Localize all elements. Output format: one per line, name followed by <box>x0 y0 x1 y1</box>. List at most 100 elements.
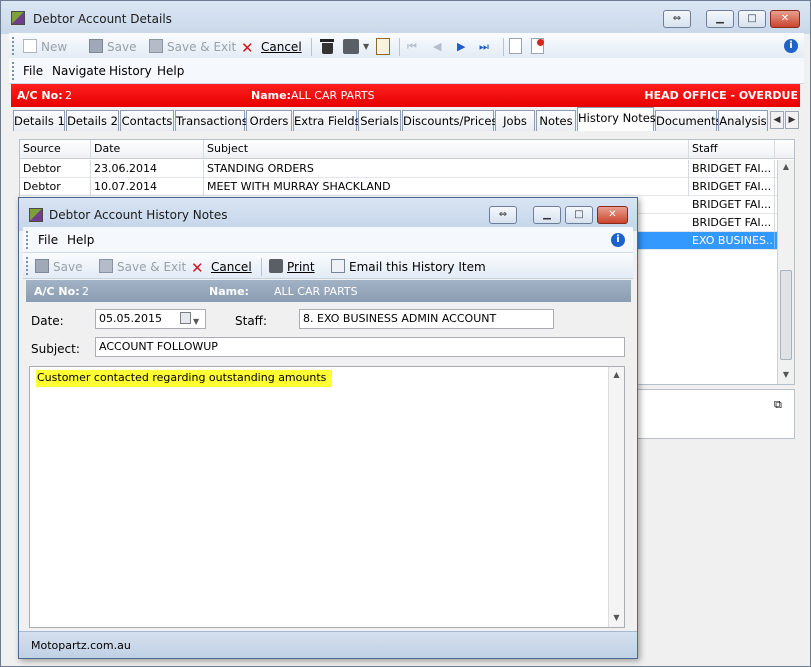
dialog-title: Debtor Account History Notes <box>49 208 228 222</box>
main-toolbar: New Save Save & Exit ✕ Cancel ▼ ⏮ ◀ ▶ ⏭ i <box>9 33 804 59</box>
staff-field[interactable]: 8. EXO BUSINESS ADMIN ACCOUNT <box>299 309 554 329</box>
tab-transactions[interactable]: Transactions <box>175 110 248 131</box>
tab-extra-fields[interactable]: Extra Fields <box>293 110 361 131</box>
minimize-button[interactable]: ▁ <box>706 10 734 28</box>
cancel-button[interactable]: ✕ Cancel <box>241 38 302 56</box>
dialog-menu-file[interactable]: File <box>38 233 58 247</box>
delete-icon[interactable] <box>319 38 335 55</box>
dialog-status-bar: Motopartz.com.au <box>19 631 637 658</box>
toolbar-separator <box>261 258 262 276</box>
tab-contacts[interactable]: Contacts <box>120 110 174 131</box>
printer-icon[interactable] <box>343 39 359 54</box>
resize-icon[interactable]: ⇔ <box>663 10 691 28</box>
scroll-up-icon[interactable]: ▲ <box>778 162 794 171</box>
dialog-save-exit-label: Save & Exit <box>117 260 187 274</box>
cell-staff: BRIDGET FAI... <box>689 178 775 196</box>
menu-history[interactable]: History <box>109 64 152 78</box>
restore-panel-icon[interactable]: ⧉ <box>774 398 782 412</box>
cell-source: Debtor <box>20 178 91 196</box>
tab-jobs[interactable]: Jobs <box>495 110 535 131</box>
tab-history-notes[interactable]: History Notes <box>577 107 656 131</box>
calendar-icon[interactable] <box>180 312 191 324</box>
grid-header: Source Date Subject Staff <box>20 140 794 159</box>
save-exit-label: Save & Exit <box>167 40 237 54</box>
subject-label: Subject: <box>31 342 80 356</box>
dialog-info-icon[interactable]: i <box>611 233 625 247</box>
dialog-resize-icon[interactable]: ⇔ <box>489 206 517 224</box>
last-record-icon[interactable]: ⏭ <box>479 40 489 54</box>
col-date-header[interactable]: Date <box>91 140 204 158</box>
cell-staff: BRIDGET FAI... <box>689 214 775 232</box>
previous-record-icon[interactable]: ◀ <box>433 40 441 53</box>
date-dropdown-icon[interactable]: ▼ <box>193 313 199 331</box>
table-row[interactable]: Debtor 10.07.2014 MEET WITH MURRAY SHACK… <box>20 178 777 196</box>
dialog-account-header: A/C No: 2 Name: ALL CAR PARTS <box>26 280 631 302</box>
cell-subject: STANDING ORDERS <box>204 160 689 178</box>
dialog-maximize-button[interactable]: □ <box>565 206 593 224</box>
staff-label: Staff: <box>235 314 267 328</box>
tab-serials[interactable]: Serials <box>358 110 401 131</box>
subject-field[interactable]: ACCOUNT FOLLOWUP <box>95 337 625 357</box>
disk-icon <box>89 39 103 53</box>
new-button[interactable]: New <box>23 38 67 56</box>
note-textarea[interactable]: Customer contacted regarding outstanding… <box>29 366 625 628</box>
new-document-icon <box>23 39 37 53</box>
tab-documents[interactable]: Documents <box>655 110 722 131</box>
save-exit-button[interactable]: Save & Exit <box>149 38 236 56</box>
dialog-save-button[interactable]: Save <box>35 258 82 276</box>
copy-document-icon[interactable] <box>509 38 522 54</box>
tab-details-2[interactable]: Details 2 <box>66 110 119 131</box>
dialog-print-label: Print <box>287 260 315 274</box>
dialog-menu-help[interactable]: Help <box>67 233 94 247</box>
scroll-thumb[interactable] <box>780 270 792 360</box>
col-staff-header[interactable]: Staff <box>689 140 775 158</box>
menu-help[interactable]: Help <box>157 64 184 78</box>
tab-orders[interactable]: Orders <box>246 110 292 131</box>
dialog-ac-no-value: 2 <box>82 285 89 298</box>
scroll-down-icon[interactable]: ▼ <box>778 370 794 379</box>
menu-file[interactable]: File <box>23 64 43 78</box>
document-error-icon[interactable] <box>531 38 544 54</box>
tab-scroll-left-icon[interactable]: ◀ <box>770 111 784 129</box>
toolbar-grip[interactable] <box>12 37 15 55</box>
col-source-header[interactable]: Source <box>20 140 91 158</box>
note-scroll-up-icon[interactable]: ▲ <box>609 370 624 379</box>
close-button[interactable]: ✕ <box>770 10 800 28</box>
dialog-toolbar: Save Save & Exit ✕ Cancel Print Email thi… <box>23 253 633 279</box>
maximize-button[interactable]: □ <box>738 10 766 28</box>
menu-navigate[interactable]: Navigate <box>52 64 106 78</box>
date-field[interactable]: 05.05.2015 ▼ <box>95 309 206 329</box>
menu-grip[interactable] <box>12 62 15 80</box>
dialog-save-exit-button[interactable]: Save & Exit <box>99 258 186 276</box>
note-scroll-down-icon[interactable]: ▼ <box>609 613 624 622</box>
dialog-cancel-button[interactable]: ✕ Cancel <box>191 258 252 276</box>
note-vertical-scrollbar[interactable]: ▲ ▼ <box>608 367 624 627</box>
save-button[interactable]: Save <box>89 38 136 56</box>
grid-vertical-scrollbar[interactable]: ▲ ▼ <box>777 160 794 384</box>
tab-notes[interactable]: Notes <box>536 110 576 131</box>
first-record-icon[interactable]: ⏮ <box>407 40 417 54</box>
dialog-print-button[interactable]: Print <box>269 258 315 276</box>
report-check-icon[interactable] <box>376 38 390 55</box>
table-row[interactable]: Debtor 23.06.2014 STANDING ORDERS BRIDGE… <box>20 160 777 178</box>
tab-details-1[interactable]: Details 1 <box>13 110 65 131</box>
tab-discounts-prices[interactable]: Discounts/Prices <box>402 110 497 131</box>
info-icon[interactable]: i <box>784 39 798 53</box>
dialog-app-icon <box>29 208 43 222</box>
col-subject-header[interactable]: Subject <box>204 140 689 158</box>
main-window-title: Debtor Account Details <box>33 12 172 26</box>
cell-staff: BRIDGET FAI... <box>689 196 775 214</box>
dialog-menu-grip[interactable] <box>26 231 29 249</box>
dialog-minimize-button[interactable]: ▁ <box>533 206 561 224</box>
dialog-toolbar-grip[interactable] <box>26 257 29 275</box>
cell-staff: EXO BUSINES... <box>689 232 775 250</box>
print-dropdown-icon[interactable]: ▼ <box>363 42 369 51</box>
tab-scroll-right-icon[interactable]: ▶ <box>785 111 799 129</box>
date-label: Date: <box>31 314 64 328</box>
main-title-bar[interactable]: Debtor Account Details ⇔ ▁ □ ✕ <box>1 1 810 34</box>
toolbar-separator <box>503 38 504 56</box>
tab-analysis[interactable]: Analysis <box>718 110 768 131</box>
dialog-close-button[interactable]: ✕ <box>597 206 628 224</box>
dialog-email-button[interactable]: Email this History Item <box>331 258 486 276</box>
next-record-icon[interactable]: ▶ <box>457 40 465 53</box>
